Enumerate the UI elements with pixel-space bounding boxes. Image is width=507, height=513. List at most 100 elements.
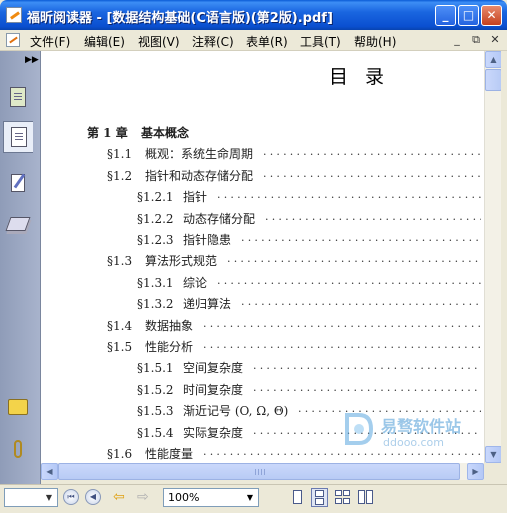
previous-page-button[interactable]: ◀	[85, 489, 101, 505]
toc-number: §1.5.1	[137, 361, 174, 376]
toc-number: §1.2.3	[137, 233, 174, 247]
page-number-field[interactable]: ▼	[4, 488, 58, 507]
toc-entry[interactable]: §1.5.2 时间复杂度.............................…	[137, 381, 481, 399]
continuous-view-button[interactable]	[311, 488, 328, 507]
toc-entry[interactable]: §1.2 指针和动态存储分配...........................…	[107, 167, 481, 185]
title-bar: 福昕阅读器 - [数据结构基础(C语言版)(第2版).pdf] _ □ ✕	[0, 0, 507, 30]
thumbnails-tab[interactable]	[3, 121, 33, 153]
chevron-down-icon[interactable]: ▼	[42, 490, 56, 505]
navigation-panel: ▶▶	[0, 51, 41, 484]
toc-entry[interactable]: §1.3.1 综论................................…	[137, 274, 481, 292]
toc-leader-dots: ........................................…	[263, 145, 481, 159]
scroll-up-button[interactable]: ▲	[485, 51, 502, 68]
toc-leader-dots: ........................................…	[203, 338, 481, 351]
toc-label: 动态存储分配	[183, 211, 256, 226]
forward-button[interactable]: ⇨	[137, 489, 149, 505]
document-icon[interactable]	[6, 33, 20, 47]
toc-leader-dots: ........................................…	[253, 359, 481, 373]
toc-leader-dots: ........................................…	[227, 252, 481, 266]
watermark-logo-icon	[345, 413, 373, 445]
toc-entry[interactable]: §1.5 性能分析................................…	[107, 338, 481, 356]
toc-number: §1.4	[107, 318, 133, 333]
menu-bar: 文件(F) 编辑(E) 视图(V) 注释(C) 表单(R) 工具(T) 帮助(H…	[0, 30, 507, 51]
toc-entry[interactable]: §1.5.1 空间复杂度.............................…	[137, 359, 481, 377]
app-icon[interactable]	[6, 7, 22, 23]
single-page-view-button[interactable]	[289, 488, 306, 507]
single-page-icon	[293, 490, 302, 504]
facing-view-button[interactable]	[334, 488, 351, 507]
toc-entry[interactable]: §1.3.2 递归算法..............................…	[137, 295, 481, 313]
toc-label: 数据抽象	[145, 318, 194, 333]
annotations-tab[interactable]	[3, 167, 33, 199]
watermark: 易骛软件站 ddooo.com	[343, 409, 483, 457]
menu-edit[interactable]: 编辑(E)	[84, 33, 125, 50]
watermark-url: ddooo.com	[383, 436, 444, 449]
toc-label: 指针	[183, 190, 208, 205]
pages-tab[interactable]	[3, 81, 33, 113]
toc-label: 时间复杂度	[183, 382, 244, 397]
doc-restore-button[interactable]: ⧉	[469, 33, 483, 47]
doc-minimize-button[interactable]: _	[450, 33, 464, 47]
toc-label: 性能分析	[145, 340, 194, 354]
toc-label: 指针隐患	[183, 233, 232, 247]
toc-label: 概观：系统生命周期	[145, 147, 254, 162]
toc-label: 空间复杂度	[183, 361, 244, 376]
continuous-facing-view-button[interactable]	[357, 488, 374, 507]
document-view[interactable]: 目录 第 1 章基本概念 §1.1 概观：系统生命周期...............…	[41, 51, 484, 463]
maximize-button[interactable]: □	[458, 5, 479, 26]
horizontal-scrollbar[interactable]: ◀ ▶	[41, 463, 484, 480]
menu-comment[interactable]: 注释(C)	[192, 33, 234, 50]
toc-label: 实际复杂度	[183, 425, 244, 440]
toc-entry[interactable]: §1.2.2 动态存储分配............................…	[137, 210, 481, 228]
toc-number: §1.2.2	[137, 211, 174, 226]
attachments-tab[interactable]	[3, 433, 33, 465]
toc-leader-dots: ........................................…	[263, 166, 481, 180]
menu-tools[interactable]: 工具(T)	[300, 33, 341, 50]
toc-entry[interactable]: §1.4 数据抽象................................…	[107, 317, 481, 335]
menu-view[interactable]: 视图(V)	[138, 33, 180, 50]
toc-number: §1.3	[107, 254, 133, 269]
zoom-field[interactable]: 100% ▼	[163, 488, 259, 507]
toc-entry[interactable]: §1.1 概观：系统生命周期...........................…	[107, 145, 481, 163]
close-button[interactable]: ✕	[481, 5, 502, 26]
toc-leader-dots: ........................................…	[217, 273, 481, 287]
window-title: 福昕阅读器 - [数据结构基础(C语言版)(第2版).pdf]	[27, 11, 333, 26]
toc-label: 性能度量	[145, 447, 194, 461]
vertical-scrollbar[interactable]: ▲ ▼	[484, 51, 502, 463]
minimize-button[interactable]: _	[435, 5, 456, 26]
toc-label: 综论	[183, 275, 208, 290]
menu-form[interactable]: 表单(R)	[246, 33, 288, 50]
attachments-icon	[14, 440, 22, 458]
horizontal-scroll-thumb[interactable]	[58, 463, 460, 480]
toc-entry[interactable]: §1.3 算法形式规范..............................…	[107, 252, 481, 270]
toc-label: 递归算法	[183, 297, 232, 312]
thumbnails-icon	[10, 124, 32, 147]
first-page-button[interactable]: ⏮	[63, 489, 79, 505]
toc-number: §1.2.1	[137, 190, 174, 205]
layers-icon	[5, 217, 31, 231]
scroll-corner	[484, 463, 507, 484]
menu-file[interactable]: 文件(F)	[30, 33, 70, 50]
toc-entry[interactable]: §1.2.3 指针隐患..............................…	[137, 231, 481, 249]
toc-entry[interactable]: §1.2.1 指针................................…	[137, 188, 481, 206]
toc-number: §1.6	[107, 447, 133, 461]
layers-tab[interactable]	[3, 208, 33, 240]
back-button[interactable]: ⇦	[113, 489, 125, 505]
scroll-left-button[interactable]: ◀	[41, 463, 58, 480]
expand-panel-icon[interactable]: ▶▶	[25, 55, 39, 65]
vertical-scroll-thumb[interactable]	[485, 69, 502, 91]
comments-tab[interactable]	[3, 391, 33, 423]
toc-label: 算法形式规范	[145, 254, 218, 269]
toc-leader-dots: ........................................…	[203, 316, 481, 330]
toc-leader-dots: ........................................…	[253, 380, 481, 394]
scroll-right-button[interactable]: ▶	[467, 463, 484, 480]
toc-leader-dots: ........................................…	[241, 295, 481, 309]
toc-number: §1.1	[107, 147, 133, 162]
toc-number: §1.5.3	[137, 404, 174, 419]
chevron-down-icon[interactable]: ▼	[243, 490, 257, 505]
toc-chapter[interactable]: 第 1 章基本概念	[87, 124, 481, 142]
menu-help[interactable]: 帮助(H)	[354, 33, 396, 50]
doc-close-button[interactable]: ✕	[488, 33, 502, 47]
scroll-down-button[interactable]: ▼	[485, 446, 502, 463]
toc-leader-dots: ........................................…	[265, 209, 481, 223]
